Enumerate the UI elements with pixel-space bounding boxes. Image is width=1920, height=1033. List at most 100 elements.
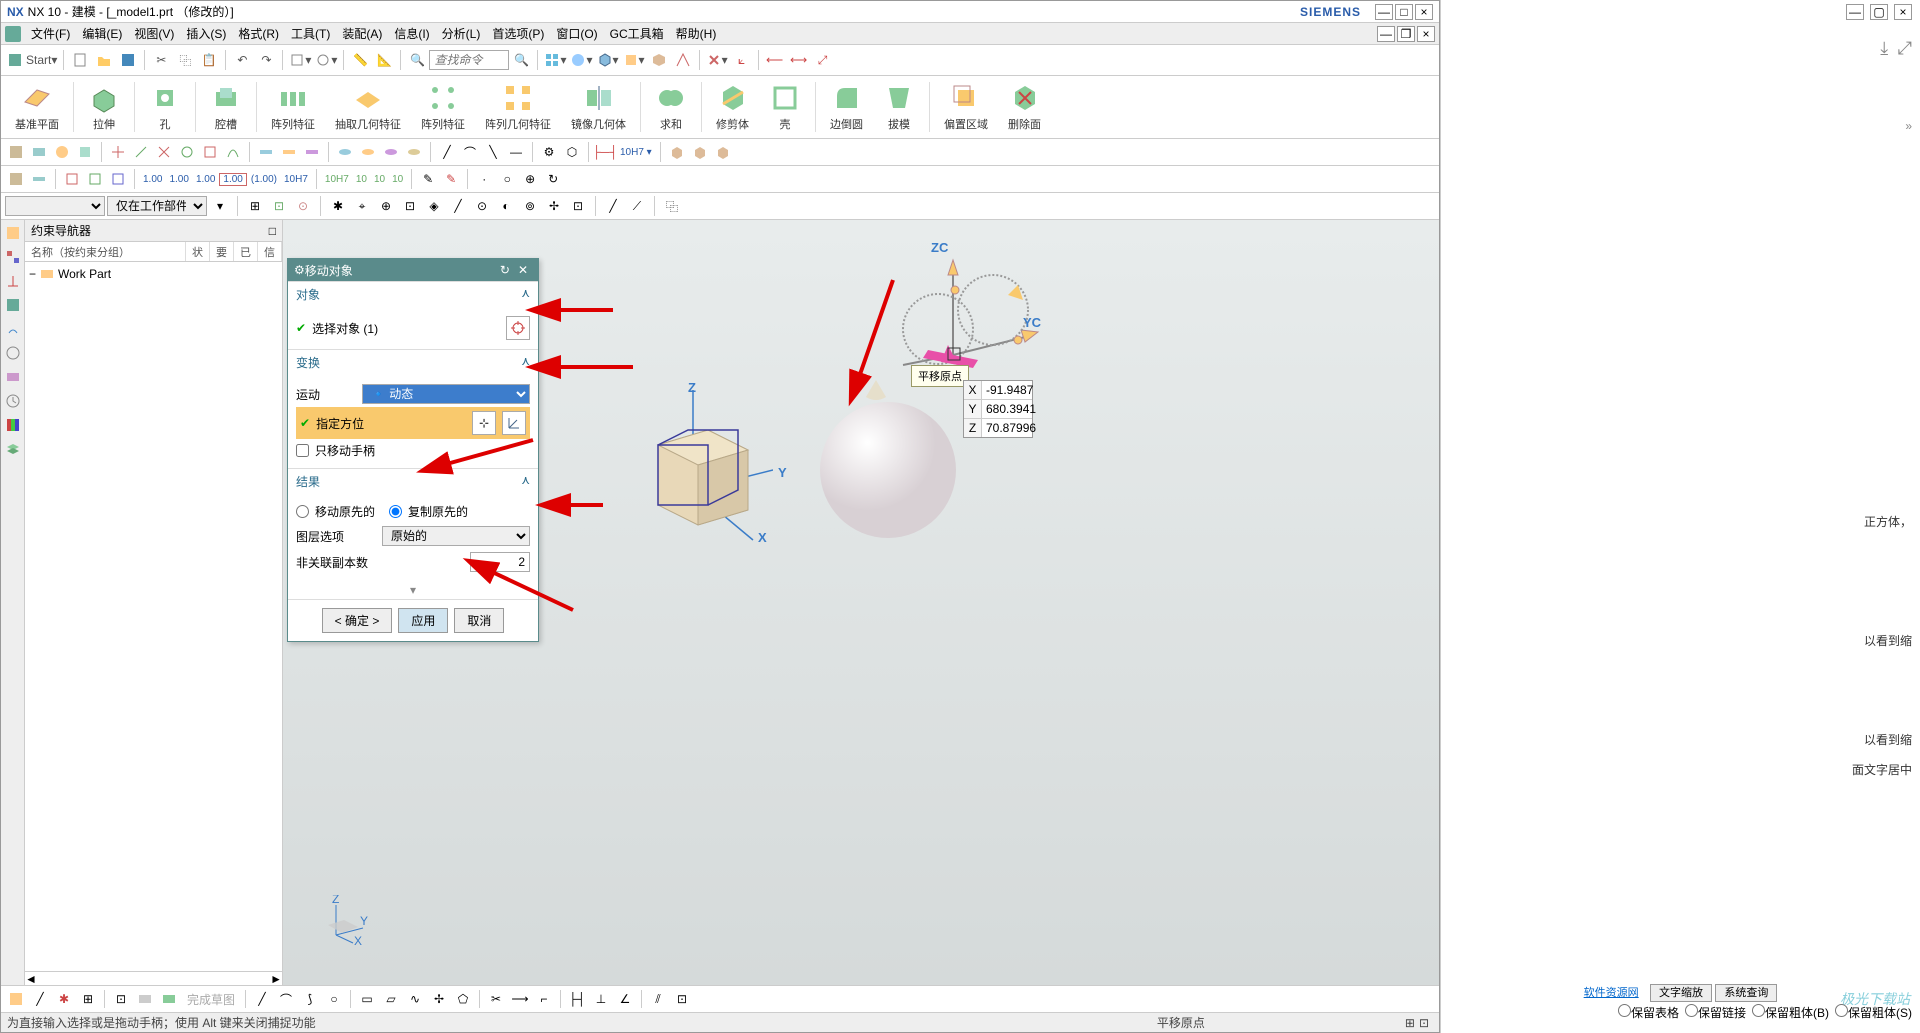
dim-text[interactable]: 10H7 ▾ (617, 147, 655, 158)
menu-edit[interactable]: 编辑(E) (76, 23, 128, 44)
rib-shell[interactable]: 壳 (759, 80, 811, 134)
only-move-checkbox[interactable] (296, 444, 309, 457)
new-icon[interactable] (69, 49, 91, 71)
section-icon[interactable]: ▾ (622, 49, 646, 71)
poly-icon[interactable]: ⬠ (452, 988, 474, 1010)
gear-icon[interactable]: ⚙ (538, 141, 560, 163)
sketch-icon[interactable] (158, 988, 180, 1010)
sm-icon[interactable] (28, 168, 50, 190)
dlg-section-transform[interactable]: 变换⋏ (288, 349, 538, 375)
menu-file[interactable]: 文件(F) (25, 23, 76, 44)
rib-extrude[interactable]: 拉伸 (78, 80, 130, 134)
sm-icon[interactable] (380, 141, 402, 163)
tab-roles[interactable] (4, 368, 22, 386)
isometric-icon[interactable] (648, 49, 670, 71)
sm-icon[interactable] (84, 168, 106, 190)
rib-pattern1[interactable]: 阵列特征 (261, 80, 325, 134)
dim-val[interactable]: 10 (371, 174, 388, 185)
menu-info[interactable]: 信息(I) (388, 23, 435, 44)
search-icon[interactable]: 🔍 (406, 49, 428, 71)
rib-pocket[interactable]: 腔槽 (200, 80, 252, 134)
menu-window[interactable]: 窗口(O) (550, 23, 603, 44)
line-icon[interactable]: ╱ (436, 141, 458, 163)
cancel-button[interactable]: 取消 (454, 608, 504, 633)
tab-clock[interactable] (4, 392, 22, 410)
sm-icon[interactable] (61, 168, 83, 190)
snap-icon[interactable]: ⊡ (268, 195, 290, 217)
sm-icon[interactable] (278, 141, 300, 163)
dialog-reset-icon[interactable]: ↻ (496, 263, 514, 277)
snap-icon[interactable]: ◈ (423, 195, 445, 217)
angle-icon[interactable]: 📐 (373, 49, 395, 71)
mdi-minimize[interactable]: — (1377, 26, 1395, 42)
menu-help[interactable]: 帮助(H) (670, 23, 723, 44)
rib-edge-blend[interactable]: 边倒圆 (820, 80, 873, 134)
dim2-icon[interactable]: ⟷ (788, 49, 810, 71)
dim-val[interactable]: 10H7 (322, 174, 352, 185)
rib-trim[interactable]: 修剪体 (706, 80, 759, 134)
open-icon[interactable] (93, 49, 115, 71)
snap-icon[interactable]: ⊡ (399, 195, 421, 217)
rp-close[interactable]: × (1894, 4, 1912, 20)
fillet-icon[interactable]: ⌐ (533, 988, 555, 1010)
tab-navigator[interactable] (4, 224, 22, 242)
menu-gc[interactable]: GC工具箱 (604, 23, 670, 44)
dim-val[interactable]: 10 (353, 174, 370, 185)
menu-pref[interactable]: 首选项(P) (486, 23, 550, 44)
dim-icon[interactable]: ├─┤ (594, 141, 616, 163)
pencil-icon[interactable]: ✎ (417, 168, 439, 190)
snap-icon[interactable]: ⊡ (567, 195, 589, 217)
rib-datum-plane[interactable]: 基准平面 (5, 80, 69, 134)
sm-icon[interactable] (403, 141, 425, 163)
dim-val[interactable]: 1.00 (219, 173, 246, 186)
copies-input[interactable] (470, 552, 530, 572)
tab-layer[interactable] (4, 440, 22, 458)
dim-val[interactable]: 1.00 (193, 174, 218, 185)
y-value[interactable]: 680.3941 (982, 400, 1032, 418)
rib-offset-region[interactable]: 偏置区域 (934, 80, 998, 134)
sm-icon[interactable] (199, 141, 221, 163)
status-icon[interactable]: ⊡ (1419, 1016, 1429, 1030)
navcol-status[interactable]: 状 (186, 242, 210, 261)
sm-icon[interactable] (153, 141, 175, 163)
dim-icon[interactable]: ∠ (614, 988, 636, 1010)
ok-button[interactable]: < 确定 > (322, 608, 393, 633)
viewport-3d[interactable]: ⚙ 移动对象 ↻ ✕ 对象⋏ ✔ 选择对象 (1) 变换⋏ 运动 (283, 220, 1439, 985)
csys-define-icon[interactable] (502, 411, 526, 435)
line3-icon[interactable]: — (505, 141, 527, 163)
minimize-button[interactable]: — (1375, 4, 1393, 20)
snap-icon[interactable]: ⊞ (244, 195, 266, 217)
start-button[interactable]: Start ▾ (6, 49, 58, 71)
pencil-icon[interactable]: ✎ (440, 168, 462, 190)
tab-reuse[interactable] (4, 296, 22, 314)
snap-icon[interactable]: ⊙ (471, 195, 493, 217)
snap-icon[interactable]: ✱ (327, 195, 349, 217)
spline-icon[interactable]: ∿ (404, 988, 426, 1010)
cube3-icon[interactable] (689, 141, 711, 163)
rib-draft[interactable]: 拔模 (873, 80, 925, 134)
rp-check4[interactable]: 保留粗体(S) (1835, 1004, 1912, 1021)
dim1-icon[interactable]: ⟵ (764, 49, 786, 71)
trim-icon[interactable]: ✂ (485, 988, 507, 1010)
csys-icon[interactable]: ⊹ (472, 411, 496, 435)
constraint-icon[interactable]: ⊡ (671, 988, 693, 1010)
menu-format[interactable]: 格式(R) (232, 23, 285, 44)
navigator-pin-icon[interactable]: □ (269, 224, 276, 238)
rp-maximize[interactable]: ▢ (1870, 4, 1888, 20)
mdi-restore[interactable]: ❐ (1397, 26, 1415, 42)
dlg-section-result[interactable]: 结果⋏ (288, 468, 538, 494)
rib-extract[interactable]: 抽取几何特征 (325, 80, 411, 134)
dim-icon[interactable]: ⊥ (590, 988, 612, 1010)
menu-assembly[interactable]: 装配(A) (336, 23, 388, 44)
menu-insert[interactable]: 插入(S) (180, 23, 232, 44)
navcol-info[interactable]: 信 (258, 242, 282, 261)
tab-constraint[interactable] (4, 272, 22, 290)
sketch-icon[interactable]: ╱ (29, 988, 51, 1010)
cut-icon[interactable]: ✂ (150, 49, 172, 71)
tab-wifi[interactable] (4, 320, 22, 338)
layer-select[interactable]: 原始的 (382, 526, 530, 546)
arc-icon[interactable]: ⌒ (275, 988, 297, 1010)
expand-icon[interactable]: ⤢ (1898, 38, 1912, 58)
menu-tools[interactable]: 工具(T) (285, 23, 336, 44)
cube3-icon[interactable] (712, 141, 734, 163)
